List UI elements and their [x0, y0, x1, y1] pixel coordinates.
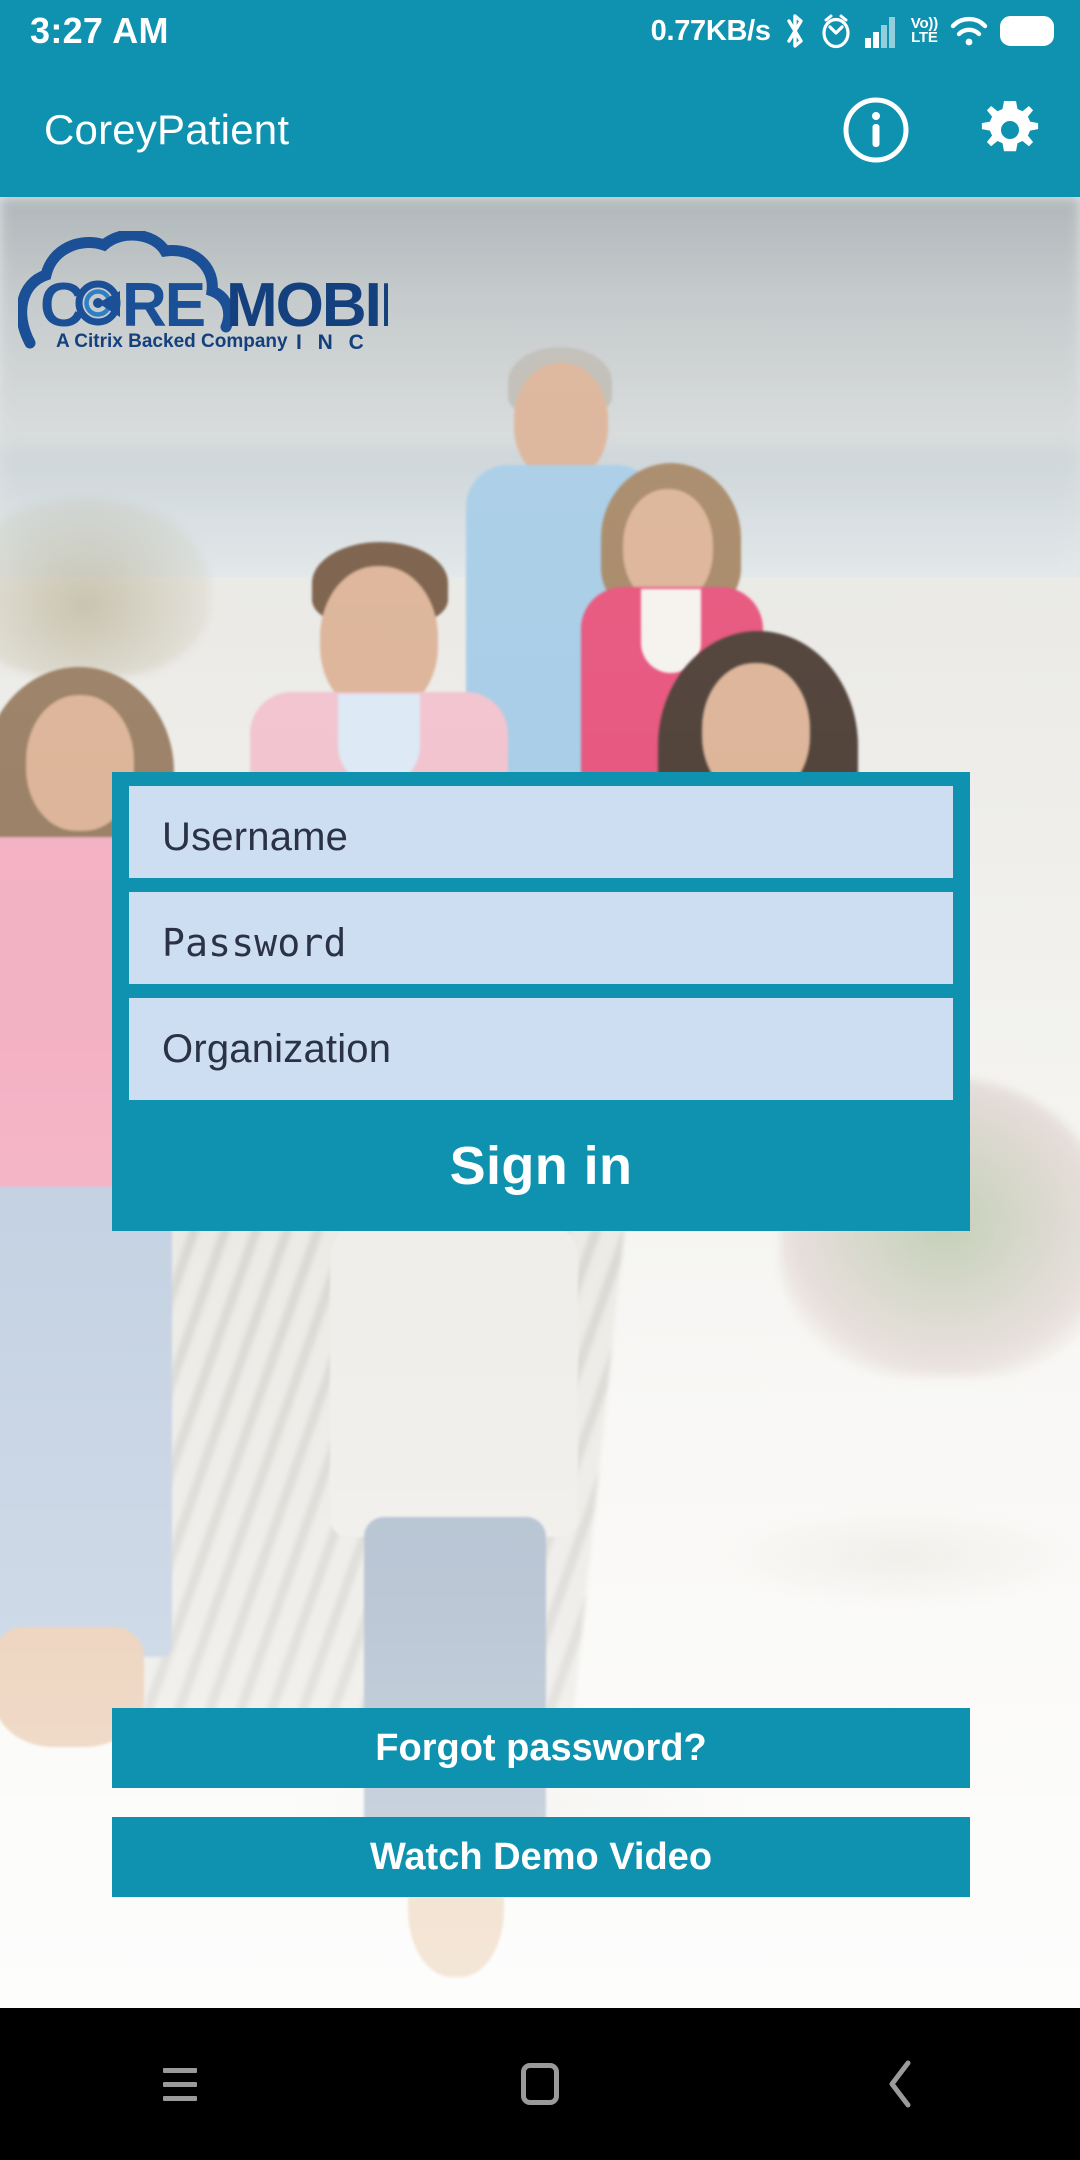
svg-text:RE: RE — [122, 271, 204, 340]
bluetooth-icon — [782, 12, 808, 50]
page-title: CoreyPatient — [44, 105, 290, 153]
password-input-inner[interactable]: Password — [129, 892, 953, 994]
username-placeholder: Username — [162, 815, 349, 859]
organization-input[interactable]: Organization — [112, 984, 970, 1114]
volte-icon: Vo)) LTE — [911, 16, 938, 46]
back-glyph — [889, 2060, 911, 2108]
recents-glyph — [163, 2067, 197, 2101]
battery-icon — [1000, 16, 1054, 46]
alarm-icon — [819, 12, 853, 50]
volte-bottom-label: LTE — [911, 29, 938, 46]
back-icon[interactable] — [720, 2008, 1080, 2160]
android-navigation-bar — [0, 2008, 1080, 2160]
status-time: 3:27 AM — [30, 10, 169, 51]
status-icons-group: 0.77KB/s Vo)) LTE — [651, 12, 1054, 50]
app-bar-actions — [838, 92, 1048, 168]
watch-demo-video-button[interactable]: Watch Demo Video — [112, 1817, 970, 1897]
forgot-password-button[interactable]: Forgot password? — [112, 1708, 970, 1788]
app-bar: CoreyPatient — [0, 62, 1080, 197]
svg-text:A Citrix Backed Company: A Citrix Backed Company — [56, 331, 288, 351]
status-bar: 3:27 AM 0.77KB/s Vo)) LTE — [0, 0, 1080, 62]
svg-text:MOBILE: MOBILE — [226, 271, 388, 340]
background-photo: C RE MOBILE I N C A Citrix Backed Compan… — [0, 197, 1080, 2008]
home-glyph — [521, 2063, 559, 2105]
info-icon[interactable] — [838, 92, 914, 168]
password-placeholder: Password — [162, 921, 347, 965]
username-input-inner[interactable]: Username — [129, 786, 953, 888]
recents-icon[interactable] — [0, 2008, 360, 2160]
home-icon[interactable] — [360, 2008, 720, 2160]
organization-placeholder: Organization — [162, 1027, 392, 1071]
svg-text:I N C: I N C — [296, 331, 369, 351]
network-speed-label: 0.77KB/s — [650, 14, 771, 47]
cellular-signal-icon — [864, 14, 900, 48]
organization-input-inner[interactable]: Organization — [129, 998, 953, 1100]
phone-screen: 3:27 AM 0.77KB/s Vo)) LTE CoreyPatient C… — [0, 0, 1080, 2160]
wifi-icon — [949, 14, 989, 48]
sign-in-button[interactable]: Sign in — [112, 1101, 970, 1231]
gear-icon[interactable] — [972, 92, 1048, 168]
coremobile-logo: C RE MOBILE I N C A Citrix Backed Compan… — [18, 231, 388, 351]
